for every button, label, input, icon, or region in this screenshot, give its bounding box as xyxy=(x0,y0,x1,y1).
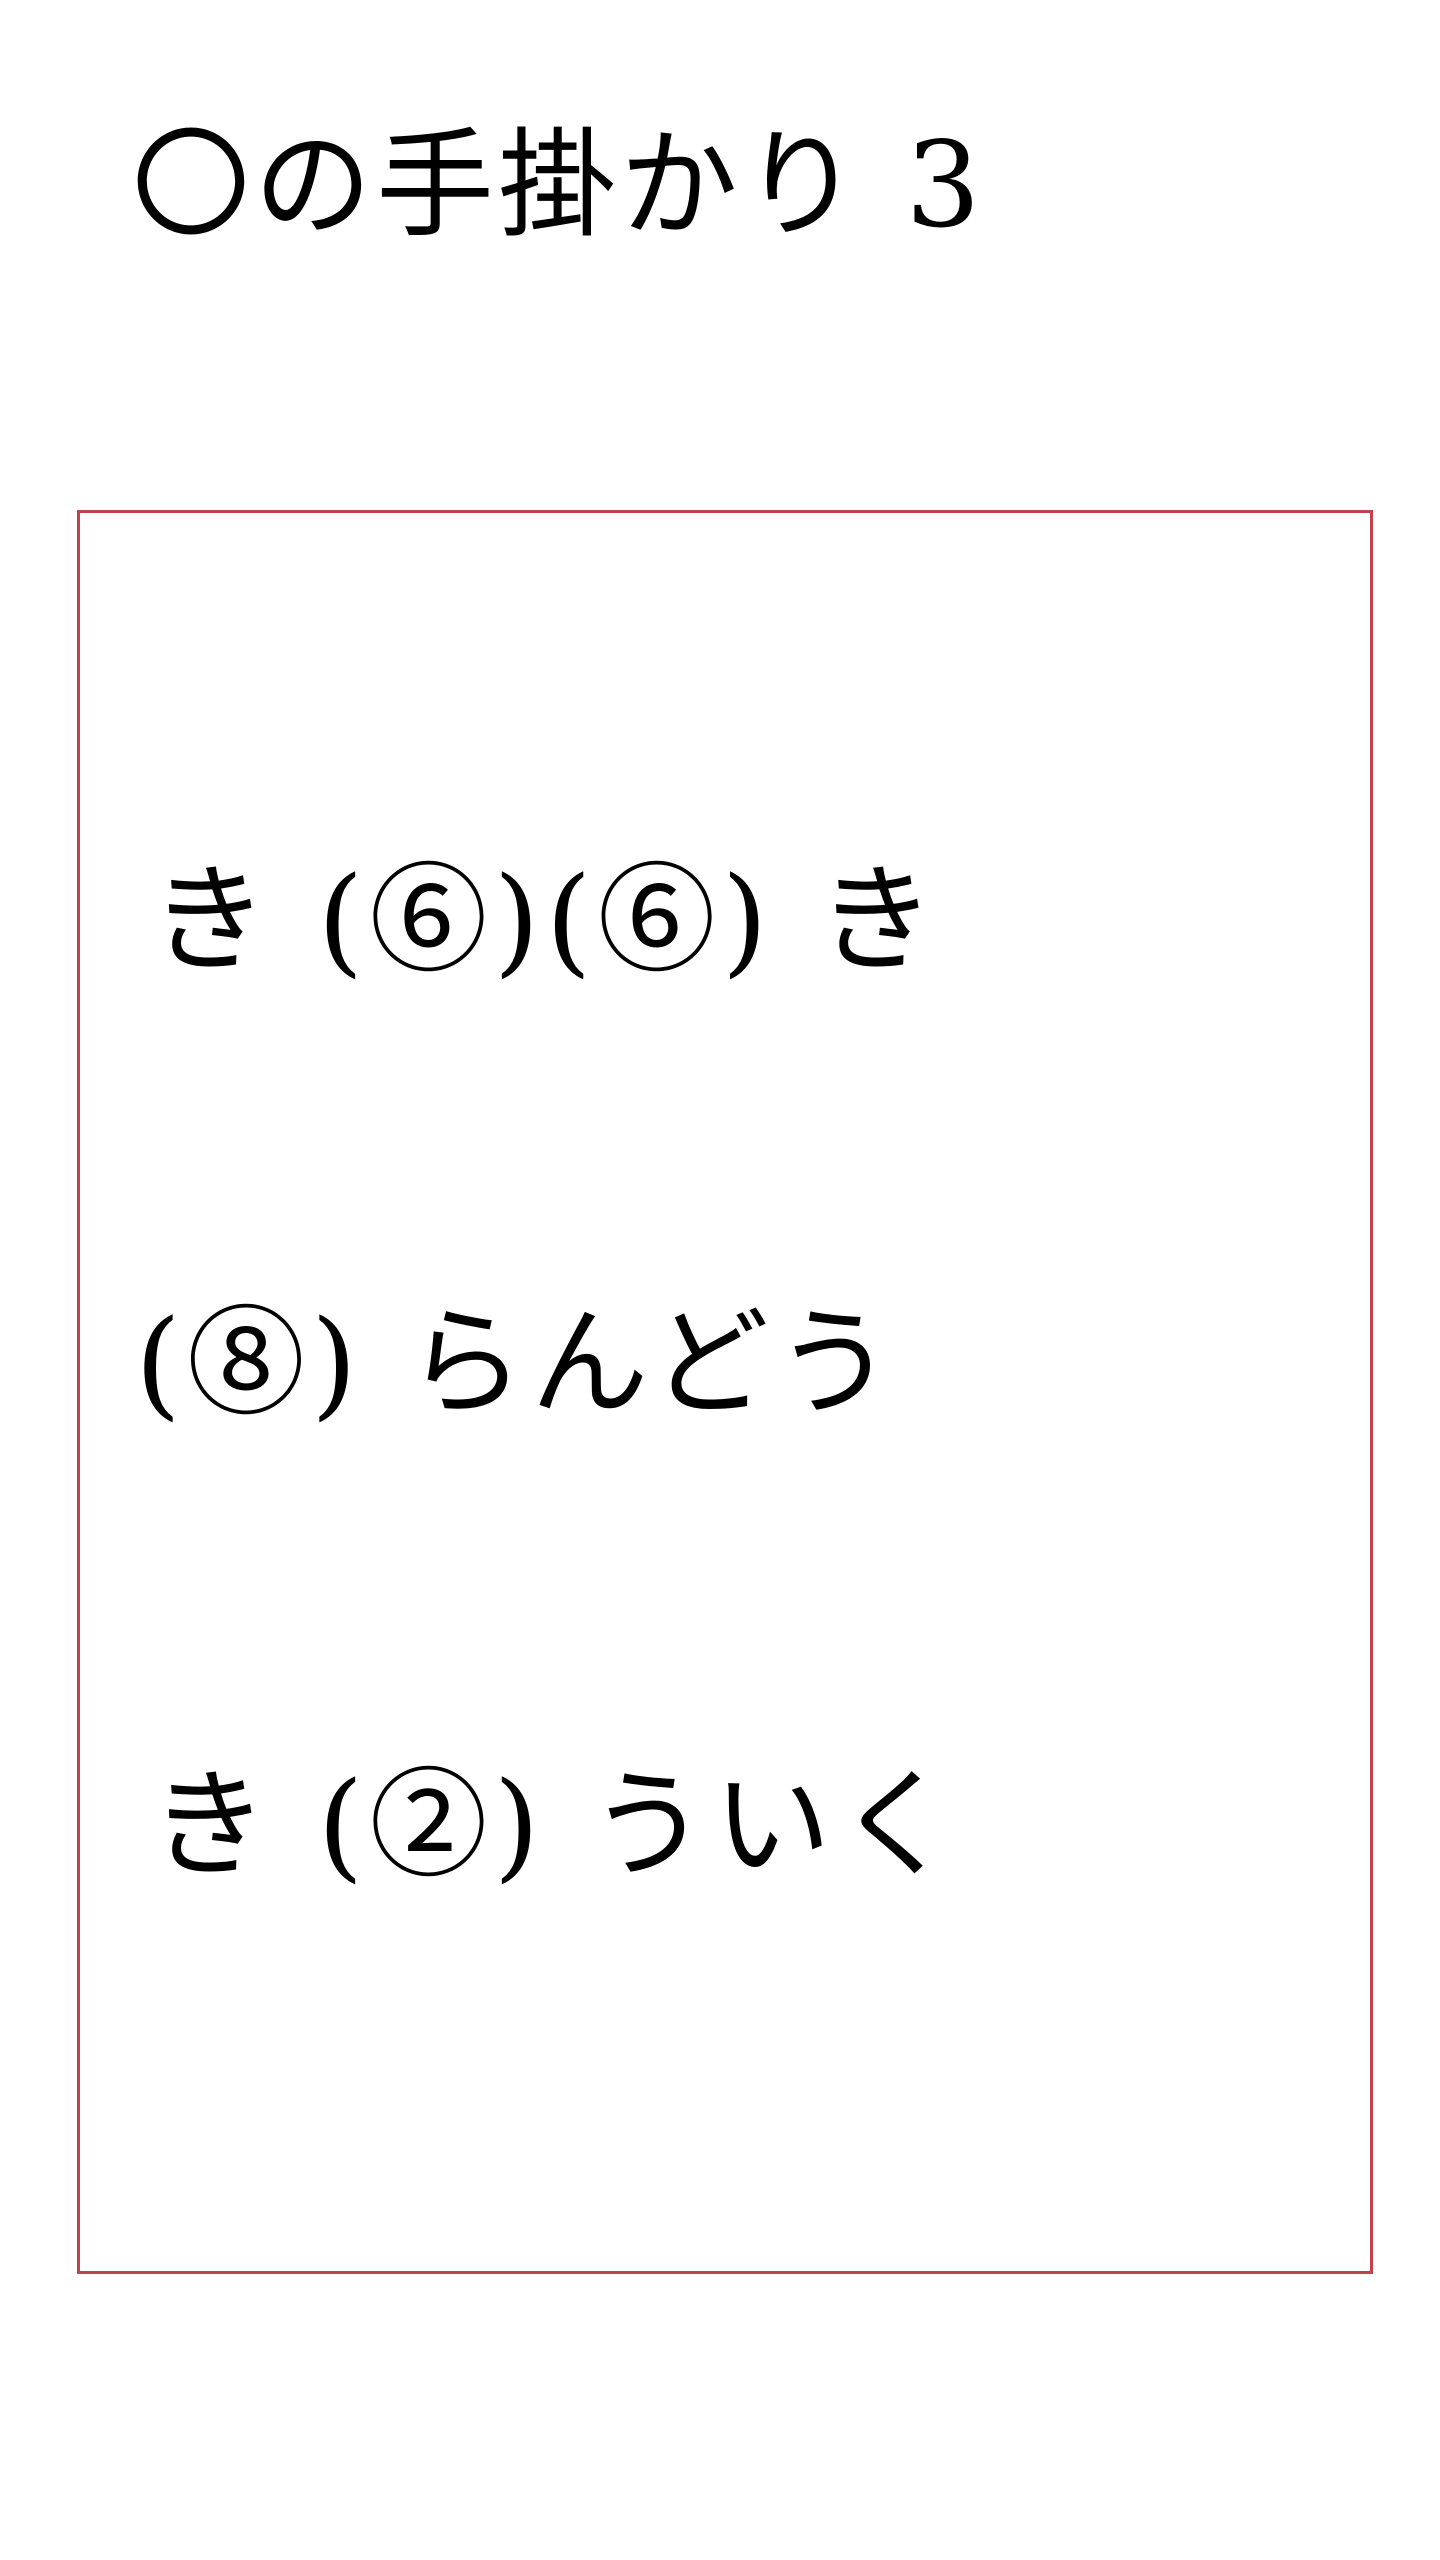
page-title: 〇の手掛かり 3 xyxy=(132,116,985,254)
clue-line-1: き (⑥)(⑥) き xyxy=(150,851,942,989)
clue-line-2: (⑧) らんどう xyxy=(135,1294,900,1432)
clue-line-3: き (②) ういく xyxy=(150,1756,962,1894)
